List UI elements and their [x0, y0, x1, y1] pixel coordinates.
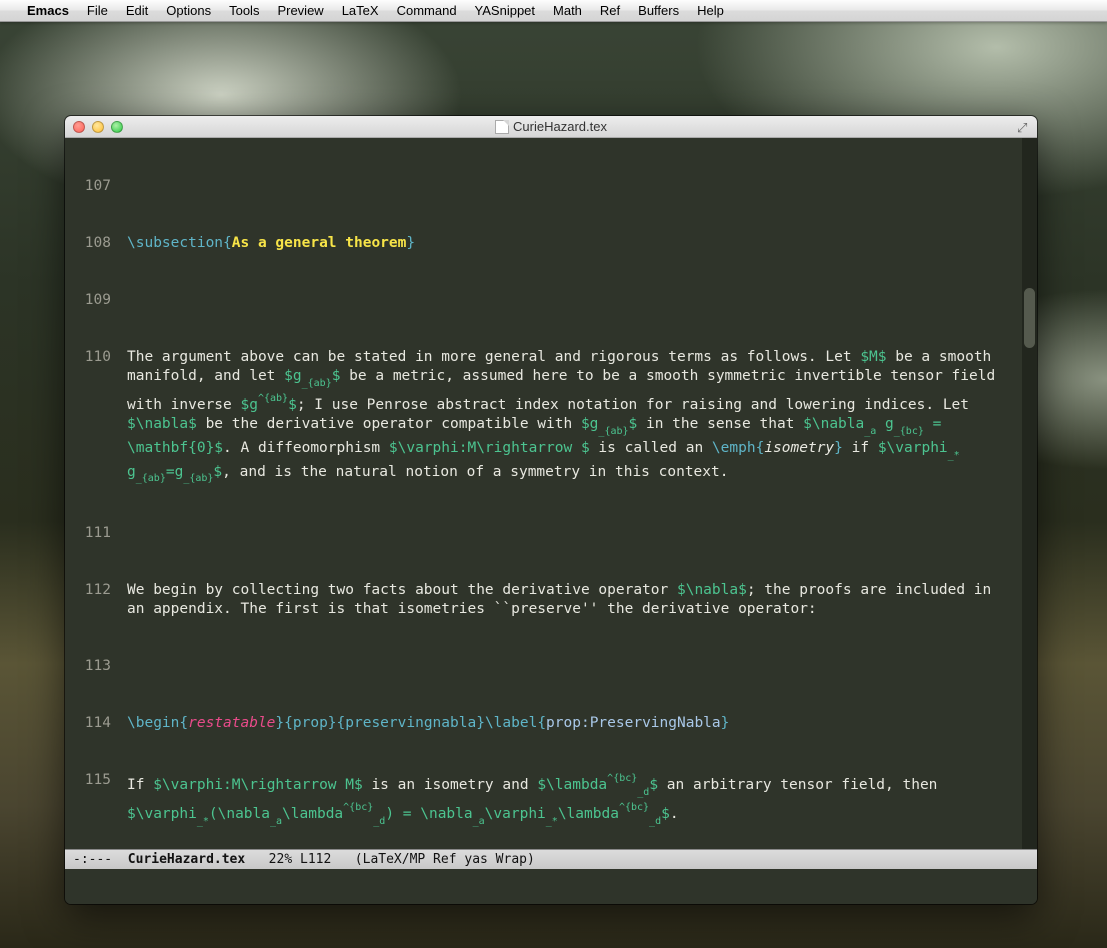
menu-file[interactable]: File — [78, 3, 117, 18]
menu-command[interactable]: Command — [388, 3, 466, 18]
editor-pane[interactable]: 107 108\subsection{As a general theorem}… — [65, 138, 1037, 849]
modeline-status: -:--- — [73, 852, 128, 867]
modeline-percent: 22% — [245, 852, 300, 867]
menu-math[interactable]: Math — [544, 3, 591, 18]
section-title: As a general theorem — [232, 235, 407, 251]
modeline-pos: L112 — [300, 852, 331, 867]
menu-buffers[interactable]: Buffers — [629, 3, 688, 18]
menu-ref[interactable]: Ref — [591, 3, 629, 18]
line-number: 108 — [75, 234, 117, 253]
vertical-scrollbar[interactable] — [1022, 138, 1037, 849]
menu-latex[interactable]: LaTeX — [333, 3, 388, 18]
file-icon — [495, 120, 509, 134]
menu-edit[interactable]: Edit — [117, 3, 157, 18]
menu-options[interactable]: Options — [157, 3, 220, 18]
menu-tools[interactable]: Tools — [220, 3, 268, 18]
window-titlebar[interactable]: CurieHazard.tex ⤢ — [65, 116, 1037, 138]
menu-app[interactable]: Emacs — [18, 3, 78, 18]
window-title-text: CurieHazard.tex — [513, 119, 607, 134]
modeline-mode: (LaTeX/MP Ref yas Wrap) — [331, 852, 535, 867]
menu-help[interactable]: Help — [688, 3, 733, 18]
modeline-file: CurieHazard.tex — [128, 852, 245, 867]
window-title: CurieHazard.tex — [65, 119, 1037, 134]
mac-menubar: Emacs File Edit Options Tools Preview La… — [0, 0, 1107, 22]
latex-command: \subsection{ — [127, 235, 232, 251]
scrollbar-thumb[interactable] — [1024, 288, 1035, 348]
menu-yasnippet[interactable]: YASnippet — [466, 3, 544, 18]
emacs-window: CurieHazard.tex ⤢ 107 108 \subsection{As … — [65, 116, 1037, 904]
emacs-modeline[interactable]: -:--- CurieHazard.tex 22% L112 (LaTeX/MP… — [65, 849, 1037, 869]
menu-preview[interactable]: Preview — [268, 3, 332, 18]
code-area[interactable]: 107 108\subsection{As a general theorem}… — [65, 138, 1022, 849]
minibuffer[interactable] — [65, 869, 1037, 904]
line-number: 107 — [75, 177, 117, 196]
